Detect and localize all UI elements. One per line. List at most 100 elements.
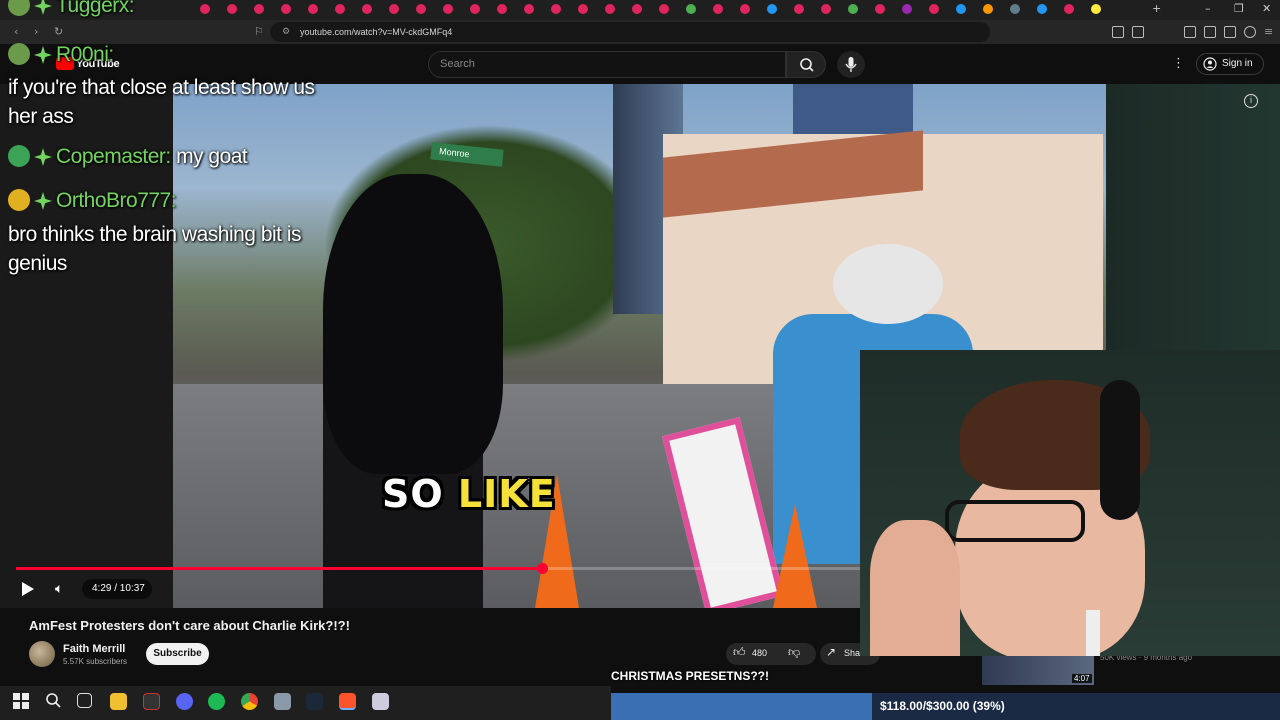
- tab-favicon-icon[interactable]: [659, 4, 669, 14]
- forward-icon[interactable]: ›: [34, 25, 38, 38]
- tab-favicon-icon[interactable]: [605, 4, 615, 14]
- tab-favicon-icon[interactable]: [848, 4, 858, 14]
- info-icon[interactable]: i: [1244, 94, 1258, 108]
- tab-favicon-icon[interactable]: [1037, 4, 1047, 14]
- tab-favicon-icon[interactable]: [1064, 4, 1074, 14]
- new-tab-icon[interactable]: +: [1152, 2, 1161, 15]
- thumbs-down-icon[interactable]: 👎︎: [788, 645, 800, 660]
- taskbar-search-icon[interactable]: [45, 692, 62, 709]
- app-icon[interactable]: [372, 693, 389, 710]
- tab-favicon-icon[interactable]: [1010, 4, 1020, 14]
- tab-favicon-icon[interactable]: [281, 4, 291, 14]
- webcam-hand: [870, 520, 960, 656]
- tab-favicon-icon[interactable]: [983, 4, 993, 14]
- downloads-icon[interactable]: [1204, 26, 1216, 38]
- brave-icon[interactable]: [339, 693, 356, 710]
- play-icon[interactable]: [22, 582, 34, 596]
- tab-favicon-icon[interactable]: [740, 4, 750, 14]
- back-icon[interactable]: ‹: [14, 25, 18, 38]
- close-icon[interactable]: ✕: [1262, 2, 1271, 15]
- chat-message-text: if you're that close at least show us he…: [8, 76, 315, 128]
- channel-avatar[interactable]: [29, 641, 55, 667]
- share-icon: ↗: [826, 645, 837, 659]
- menu-icon[interactable]: ≡: [1264, 25, 1273, 38]
- chrome-icon[interactable]: [241, 693, 258, 710]
- webcam-overlay: [860, 350, 1280, 656]
- tab-favicon-icon[interactable]: [875, 4, 885, 14]
- tab-favicon-icon[interactable]: [335, 4, 345, 14]
- tab-favicon-icon[interactable]: [821, 4, 831, 14]
- browser-tab-strip[interactable]: [0, 0, 1280, 20]
- webcam-glasses: [945, 500, 1085, 542]
- tab-favicon-icon[interactable]: [470, 4, 480, 14]
- sidebar-icon[interactable]: [1184, 26, 1196, 38]
- video-person-woman-hair: [323, 174, 503, 474]
- tab-favicon-icon[interactable]: [443, 4, 453, 14]
- tab-favicon-icon[interactable]: [632, 4, 642, 14]
- url-text: youtube.com/watch?v=MV-ckdGMFq4: [300, 27, 453, 37]
- app-icon[interactable]: [274, 693, 291, 710]
- settings-menu-icon[interactable]: ⋮: [1172, 56, 1185, 71]
- chat-message: OrthoBro777:: [8, 189, 177, 213]
- tab-favicon-icon[interactable]: [497, 4, 507, 14]
- tab-favicon-icon[interactable]: [254, 4, 264, 14]
- chat-username: Copemaster:: [56, 145, 171, 168]
- chat-badge-icon: [8, 0, 30, 16]
- extension-icon[interactable]: [1112, 26, 1124, 38]
- tab-favicon-icon[interactable]: [389, 4, 399, 14]
- obs-icon[interactable]: [143, 693, 160, 710]
- file-explorer-icon[interactable]: [110, 693, 127, 710]
- site-info-icon[interactable]: ⚙: [282, 27, 290, 37]
- steam-icon[interactable]: [306, 693, 323, 710]
- reload-icon[interactable]: ↻: [54, 25, 63, 38]
- tab-favicon-icon[interactable]: [767, 4, 777, 14]
- discord-icon[interactable]: [176, 693, 193, 710]
- account-icon: [1203, 57, 1217, 71]
- tab-favicon-icon[interactable]: [1091, 4, 1101, 14]
- video-person-man-hair: [833, 244, 943, 324]
- minimize-icon[interactable]: –: [1205, 2, 1211, 15]
- maximize-icon[interactable]: ❐: [1234, 2, 1244, 15]
- webcam-mic: [1086, 610, 1100, 656]
- like-count: 480: [752, 648, 768, 658]
- tab-favicon-icon[interactable]: [794, 4, 804, 14]
- screen: + – ❐ ✕ ‹ › ↻ ⚐ ⚙ youtube.com/watch?v=MV…: [0, 0, 1280, 720]
- tab-favicon-icon[interactable]: [686, 4, 696, 14]
- task-view-icon[interactable]: [77, 693, 92, 708]
- thumbs-up-icon[interactable]: 👍︎: [733, 645, 746, 660]
- bookmark-icon[interactable]: ⚐: [254, 25, 264, 38]
- tab-favicon-icon[interactable]: [956, 4, 966, 14]
- donation-goal-title: CHRISTMAS PRESETNS??!: [611, 669, 770, 683]
- tab-favicon-icon[interactable]: [713, 4, 723, 14]
- tab-favicon-icon[interactable]: [551, 4, 561, 14]
- subscribe-button[interactable]: Subscribe: [146, 643, 209, 665]
- spotify-icon[interactable]: [208, 693, 225, 710]
- search-button[interactable]: [786, 51, 826, 78]
- chat-username: OrthoBro777:: [56, 189, 177, 212]
- tab-favicon-icon[interactable]: [308, 4, 318, 14]
- caption-word-highlight: LIKE: [457, 472, 556, 516]
- channel-subscribers: 5.57K subscribers: [63, 657, 128, 666]
- shield-icon[interactable]: [1244, 26, 1256, 38]
- tab-favicon-icon[interactable]: [362, 4, 372, 14]
- tab-favicon-icon[interactable]: [200, 4, 210, 14]
- extension-icon[interactable]: [1132, 26, 1144, 38]
- tab-favicon-icon[interactable]: [578, 4, 588, 14]
- tab-favicon-icon[interactable]: [902, 4, 912, 14]
- chat-message-text: bro thinks the brain washing bit is geni…: [8, 223, 302, 275]
- voice-search-button[interactable]: [837, 51, 865, 78]
- channel-name[interactable]: Faith Merrill: [63, 643, 125, 655]
- volume-icon[interactable]: 🔈︎: [55, 581, 63, 597]
- chat-badge-icon: [8, 43, 30, 65]
- wallet-icon[interactable]: [1224, 26, 1236, 38]
- tab-favicon-icon[interactable]: [524, 4, 534, 14]
- windows-start-icon[interactable]: [13, 693, 29, 709]
- tab-favicon-icon[interactable]: [227, 4, 237, 14]
- search-input[interactable]: [428, 51, 786, 78]
- video-scrubber-handle[interactable]: [537, 563, 549, 574]
- chat-message: Copemaster: my goat: [8, 145, 248, 169]
- video-caption: SO LIKE: [382, 472, 556, 516]
- donation-goal-text: $118.00/$300.00 (39%): [880, 699, 1005, 713]
- tab-favicon-icon[interactable]: [929, 4, 939, 14]
- tab-favicon-icon[interactable]: [416, 4, 426, 14]
